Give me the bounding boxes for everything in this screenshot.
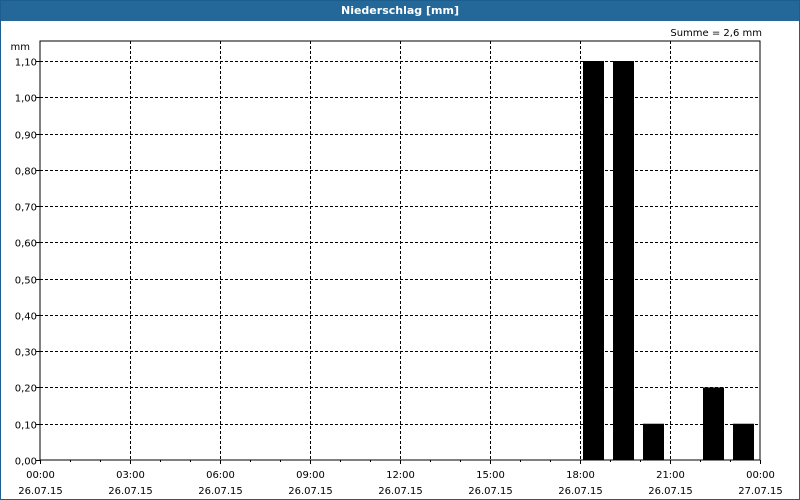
bar	[613, 61, 634, 460]
x-tick-label-date: 26.07.15	[108, 486, 153, 497]
bars	[583, 61, 754, 460]
x-tick-label-time: 00:00	[746, 470, 775, 481]
x-tick-label-time: 12:00	[386, 470, 415, 481]
y-tick-label: 0,60	[15, 239, 37, 250]
bar	[733, 423, 754, 460]
bar	[643, 423, 664, 460]
x-tick-label-time: 18:00	[566, 470, 595, 481]
x-tick-label-date: 26.07.15	[198, 486, 243, 497]
x-tick-label-date: 26.07.15	[648, 486, 693, 497]
y-tick-label: 0,70	[15, 203, 37, 214]
y-tick-label: 0,10	[15, 421, 37, 432]
x-tick-label-date: 26.07.15	[378, 486, 423, 497]
y-tick-label: 0,30	[15, 348, 37, 359]
y-tick-label: 0,40	[15, 312, 37, 323]
x-tick-label-time: 15:00	[476, 470, 505, 481]
x-tick-label-time: 00:00	[26, 470, 55, 481]
y-tick-label: 0,90	[15, 131, 37, 142]
precipitation-chart: 0,00 0,10 0,20 0,30 0,40 0,50 0,60 0,70 0,80 0,90…	[11, 28, 783, 497]
y-axis-unit-label: mm	[11, 42, 30, 53]
x-tick-label-date: 26.07.15	[18, 486, 63, 497]
axes: 0,00 0,10 0,20 0,30 0,40 0,50 0,60 0,70 0,80 0,90…	[15, 40, 783, 497]
y-tick-label: 0,80	[15, 167, 37, 178]
x-tick-label-time: 21:00	[656, 470, 685, 481]
grid	[40, 41, 760, 460]
x-tick-label-date: 26.07.15	[288, 486, 333, 497]
sum-label: Summe = 2,6 mm	[670, 28, 762, 39]
y-tick-label: 0,50	[15, 276, 37, 287]
y-tick-label: 0,00	[15, 457, 37, 468]
y-tick-label: 1,00	[15, 94, 37, 105]
bar	[583, 61, 604, 460]
x-tick-label-time: 03:00	[116, 470, 145, 481]
x-tick-label-time: 06:00	[206, 470, 235, 481]
x-tick-label-date: 27.07.15	[738, 486, 783, 497]
y-tick-label: 0,20	[15, 384, 37, 395]
x-tick-label-date: 26.07.15	[558, 486, 603, 497]
x-tick-label-date: 26.07.15	[468, 486, 513, 497]
y-tick-label: 1,10	[15, 58, 37, 69]
x-tick-label-time: 09:00	[296, 470, 325, 481]
bar	[703, 387, 724, 460]
